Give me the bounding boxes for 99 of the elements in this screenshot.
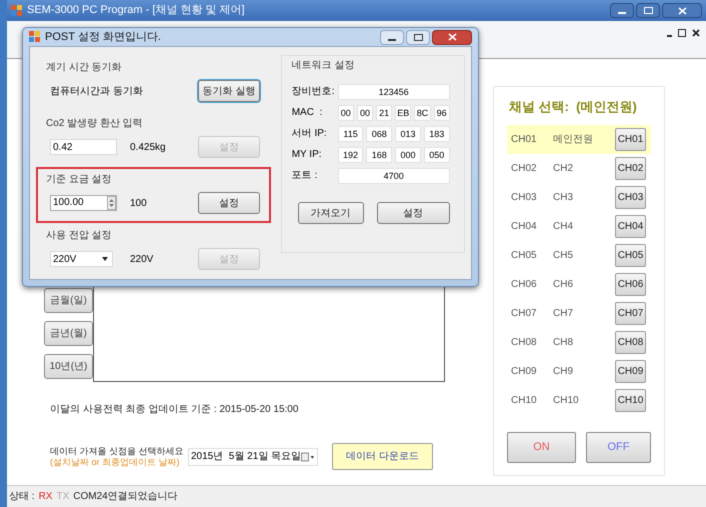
value-field[interactable]: 00 <box>338 104 354 120</box>
value-field[interactable]: 21 <box>376 104 392 120</box>
field-label: 서버 IP: <box>292 127 328 141</box>
minimize-button[interactable] <box>610 3 634 18</box>
field-label: 장비번호: <box>292 85 336 99</box>
sync-button[interactable]: 동기화 실행 <box>198 80 260 102</box>
value-field[interactable]: 115 <box>338 126 364 142</box>
close-button[interactable] <box>432 30 472 44</box>
date-picker[interactable]: 2015년 5월 21일 목요일 <box>188 448 318 466</box>
channel-name: CH2 <box>553 162 574 176</box>
channel-name: CH5 <box>553 248 574 262</box>
download-button[interactable]: 데이터 다운로드 <box>332 443 433 470</box>
channel-id: CH05 <box>511 248 538 262</box>
close-icon <box>678 6 686 14</box>
set-button[interactable]: 설정 <box>376 202 450 224</box>
voltage-dropdown[interactable]: 220V <box>50 251 113 267</box>
spinner-arrows-icon <box>107 196 116 210</box>
channel-id: CH07 <box>511 306 538 320</box>
channel-id: CH02 <box>511 162 538 176</box>
reading-text: 0.425kg <box>130 140 167 154</box>
channel-name: CH4 <box>553 220 574 234</box>
period-button[interactable]: 금년(월) <box>44 321 93 346</box>
channel-button[interactable]: CH05 <box>615 244 646 266</box>
close-button[interactable] <box>662 3 702 18</box>
channel-button[interactable]: CH08 <box>615 330 646 354</box>
calendar-dropdown-icon <box>301 452 315 462</box>
channel-button[interactable]: CH09 <box>615 360 646 382</box>
group-title: Co2 발생량 환산 입력 <box>46 117 144 131</box>
close-icon <box>448 33 456 41</box>
group-title: 기준 요금 설정 <box>46 173 113 187</box>
status-message: COM24연결되었습니다 <box>73 490 178 504</box>
field-label: MAC : <box>292 106 324 120</box>
child-close-icon[interactable] <box>692 29 700 37</box>
value-field[interactable]: 000 <box>395 146 421 162</box>
status-label: 상태 : <box>9 490 35 504</box>
dialog-title: POST 설정 화면입니다. <box>45 30 161 45</box>
sync-label: 컴퓨터시간과 동기화 <box>50 84 143 98</box>
value-field[interactable]: 00 <box>356 104 374 120</box>
value-field[interactable]: 183 <box>424 126 450 142</box>
group-title: 사용 전압 설정 <box>46 229 113 243</box>
channel-button[interactable]: CH01 <box>615 128 646 150</box>
channel-id: CH10 <box>511 394 538 408</box>
value-field[interactable]: 123456 <box>338 84 450 100</box>
channel-name: CH8 <box>553 336 574 350</box>
channel-id: CH01 <box>511 132 538 146</box>
window-title: SEM-3000 PC Program - [채널 현황 및 제어] <box>27 3 245 18</box>
child-restore-icon[interactable] <box>678 29 686 37</box>
channel-row[interactable]: CH01 메인전원 CH01 <box>507 124 651 154</box>
reading-text: 220V <box>130 252 154 266</box>
date-prompt: 데이터 가져올 싯점을 선택하세요 <box>50 446 185 456</box>
fetch-button[interactable]: 가져오기 <box>298 202 364 224</box>
channel-name: CH7 <box>553 306 574 320</box>
maximize-button[interactable] <box>406 30 430 44</box>
period-button[interactable]: 금월(일) <box>44 288 93 313</box>
panel-title: 채널 선택: (메인전원) <box>509 98 638 116</box>
channel-button[interactable]: CH02 <box>615 156 646 180</box>
value-field[interactable]: 96 <box>434 104 450 120</box>
value-field[interactable]: EB <box>395 104 412 120</box>
date-hint: (설치날짜 or 최종업데이트 날짜) <box>50 456 180 468</box>
value-field[interactable]: 8C <box>414 104 431 120</box>
value-field[interactable]: 192 <box>338 146 364 162</box>
channel-id: CH03 <box>511 190 538 204</box>
channel-button[interactable]: CH04 <box>615 214 646 238</box>
minimize-button[interactable] <box>380 30 404 44</box>
reading-text: 100 <box>130 196 148 210</box>
tx-indicator: TX <box>56 490 70 504</box>
value-field[interactable]: 050 <box>424 146 450 162</box>
app-icon <box>11 4 23 16</box>
set-button[interactable]: 설정 <box>198 192 260 214</box>
value-field[interactable]: 0.42 <box>50 139 117 155</box>
channel-button[interactable]: CH03 <box>615 186 646 208</box>
channel-name: CH9 <box>553 364 574 378</box>
number-spinner[interactable]: 100.00 <box>50 195 117 211</box>
channel-button[interactable]: CH10 <box>615 388 646 412</box>
field-label: MY IP: <box>292 148 323 162</box>
channel-id: CH06 <box>511 278 538 292</box>
channel-id: CH09 <box>511 364 538 378</box>
dropdown-arrow-icon <box>102 257 108 261</box>
channel-button[interactable]: CH06 <box>615 272 646 296</box>
rx-indicator: RX <box>38 490 52 504</box>
channel-name: CH6 <box>553 278 574 292</box>
value-field[interactable]: 013 <box>395 126 421 142</box>
group-title: 네트워크 설정 <box>292 59 356 73</box>
value-field[interactable]: 168 <box>366 146 392 162</box>
field-label: 포트 : <box>292 169 318 183</box>
value-field[interactable]: 4700 <box>338 168 450 184</box>
update-notice: 이달의 사용전력 최종 업데이트 기준 : 2015-05-20 15:00 <box>50 403 300 417</box>
channel-button[interactable]: CH07 <box>615 302 646 324</box>
channel-name: 메인전원 <box>553 132 594 146</box>
app-icon <box>29 31 41 43</box>
channel-name: CH10 <box>553 394 580 408</box>
channel-id: CH04 <box>511 220 538 234</box>
period-button[interactable]: 10년(년) <box>44 354 93 379</box>
channel-id: CH08 <box>511 336 538 350</box>
value-field[interactable]: 068 <box>366 126 392 142</box>
channel-name: CH3 <box>553 190 574 204</box>
channel-row[interactable]: CH02 CH2 CH02 <box>507 154 651 182</box>
maximize-button[interactable] <box>636 3 660 18</box>
group-title: 계기 시간 동기화 <box>46 61 123 75</box>
